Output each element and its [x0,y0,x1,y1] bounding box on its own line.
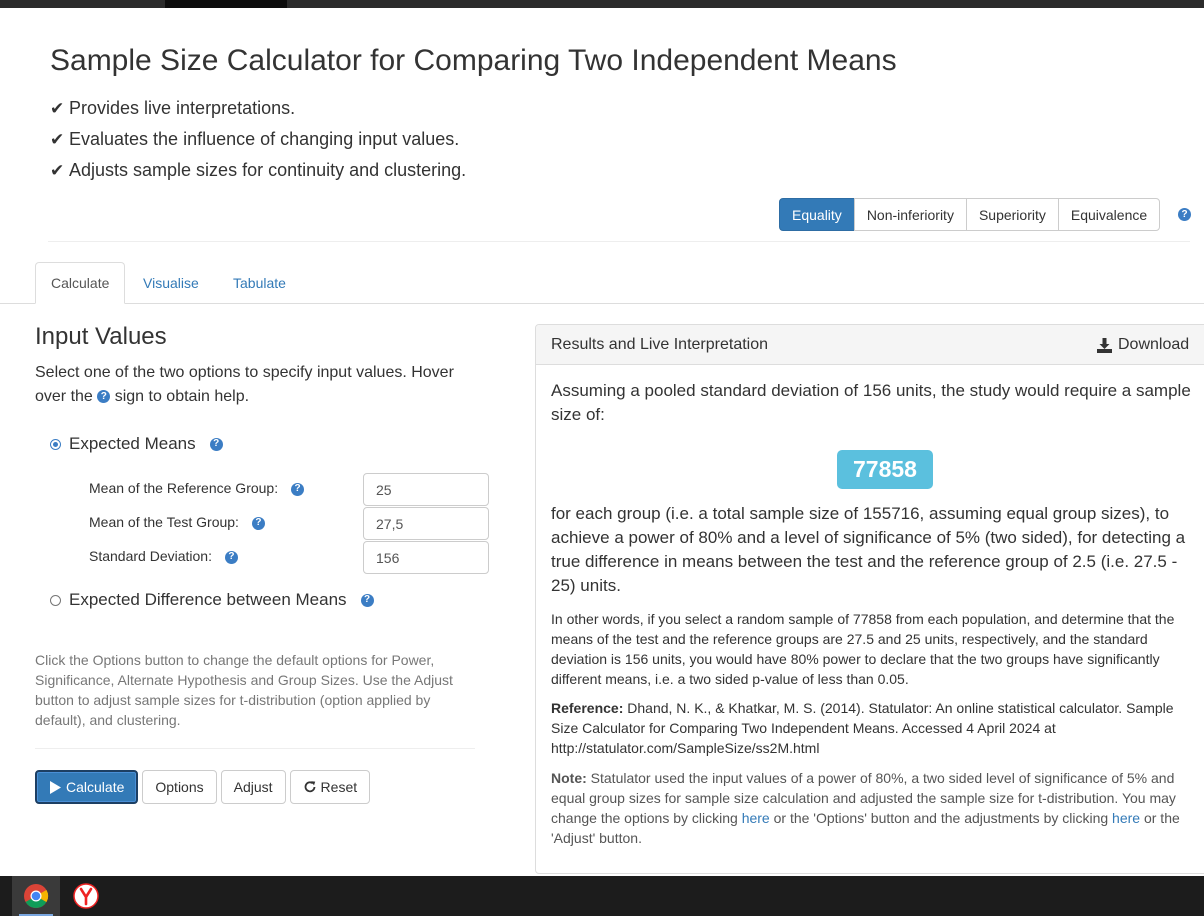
standard-deviation-label-text: Standard Deviation: [89,548,212,564]
input-values-heading: Input Values [35,323,167,350]
results-lead-text: Assuming a pooled standard deviation of … [551,381,1191,424]
test-mean-field: Mean of the Test Group:? [89,507,489,540]
tab-calculate[interactable]: Calculate [35,262,125,304]
adjust-button[interactable]: Adjust [220,770,286,804]
reset-button[interactable]: Reset [289,770,371,804]
yandex-taskbar-button[interactable] [62,876,110,916]
browser-active-tab-strip[interactable] [165,0,287,8]
taskbar [0,876,1204,916]
page-title: Sample Size Calculator for Comparing Two… [50,44,897,77]
help-icon[interactable]: ? [291,482,305,496]
tab-visualise[interactable]: Visualise [128,262,214,304]
hypothesis-type-group: Equality Non-inferiority Superiority Equ… [779,198,1161,231]
divider [35,748,475,749]
play-icon [50,780,61,794]
checkmark-icon: ✔ [50,99,65,118]
expected-means-radio[interactable] [50,438,61,450]
yandex-browser-icon [73,883,99,909]
help-icon[interactable]: ? [209,437,223,451]
equivalence-button[interactable]: Equivalence [1057,198,1161,231]
help-icon[interactable]: ? [251,516,265,530]
reference-text: Dhand, N. K., & Khatkar, M. S. (2014). S… [551,700,1174,756]
calculate-label[interactable]: Calculate [66,779,124,795]
feature-item: ✔ Adjusts sample sizes for continuity and… [50,155,466,186]
feature-list: ✔ Provides live interpretations. ✔ Evaluat… [50,93,466,186]
browser-top-bar [0,0,1204,8]
superiority-button[interactable]: Superiority [965,198,1059,231]
note-label: Note: [551,770,587,786]
results-main-text: for each group (i.e. a total sample size… [551,504,1186,595]
help-icon[interactable]: ? [1178,208,1191,221]
equality-button[interactable]: Equality [779,198,855,231]
results-reference: Reference: Dhand, N. K., & Khatkar, M. S… [551,698,1191,758]
reference-mean-input[interactable] [363,473,489,506]
tab-tabulate[interactable]: Tabulate [218,262,301,304]
options-hint: Click the Options button to change the d… [35,652,453,728]
reference-label: Reference: [551,700,624,716]
action-buttons: Calculate Options Adjust Reset [35,770,374,804]
test-mean-label-text: Mean of the Test Group: [89,514,239,530]
help-icon[interactable]: ? [224,550,238,564]
sample-size-badge: 77858 [837,450,933,489]
results-note: Note: Statulator used the input values o… [551,768,1191,848]
chrome-taskbar-button[interactable] [12,876,60,916]
help-icon: ? [97,390,111,404]
results-panel: Results and Live Interpretation Download… [535,324,1204,874]
results-panel-title: Results and Live Interpretation [551,336,769,353]
refresh-icon [304,781,315,793]
checkmark-icon: ✔ [50,161,65,180]
reset-label[interactable]: Reset [321,779,358,795]
test-mean-input[interactable] [363,507,489,540]
feature-text: Adjusts sample sizes for continuity and … [69,160,467,180]
options-here-link[interactable]: here [742,810,770,826]
calculate-button[interactable]: Calculate [35,770,139,804]
feature-item: ✔ Provides live interpretations. [50,93,466,124]
expected-means-option[interactable]: Expected Means ? [50,434,223,454]
intro-text-end: sign to obtain help. [114,388,250,405]
results-panel-header: Results and Live Interpretation Download [536,325,1204,365]
expected-means-label[interactable]: Expected Means [69,434,196,454]
download-label[interactable]: Download [1118,336,1189,354]
feature-text: Evaluates the influence of changing inpu… [69,129,460,149]
divider [48,241,1190,242]
results-explanation: In other words, if you select a random s… [551,611,1175,687]
expected-difference-radio[interactable] [50,594,61,606]
expected-difference-label[interactable]: Expected Difference between Means [69,590,347,610]
feature-text: Provides live interpretations. [69,98,296,118]
reference-mean-label: Mean of the Reference Group:? [89,480,305,496]
download-button[interactable]: Download [1097,336,1189,354]
options-button[interactable]: Options [142,770,217,804]
note-text: or the 'Options' button and the adjustme… [773,810,1109,826]
expected-difference-option[interactable]: Expected Difference between Means ? [50,590,374,610]
adjust-here-link[interactable]: here [1112,810,1140,826]
help-icon[interactable]: ? [360,593,374,607]
reference-mean-label-text: Mean of the Reference Group: [89,480,279,496]
feature-item: ✔ Evaluates the influence of changing inp… [50,124,466,155]
standard-deviation-field: Standard Deviation:? [89,541,489,574]
reference-mean-field: Mean of the Reference Group:? [89,473,489,506]
non-inferiority-button[interactable]: Non-inferiority [853,198,967,231]
main-tabs: Calculate Visualise Tabulate [0,262,1204,304]
standard-deviation-input[interactable] [363,541,489,574]
chrome-icon [24,884,49,909]
download-icon [1097,337,1112,353]
input-intro: Select one of the two options to specify… [35,361,485,409]
standard-deviation-label: Standard Deviation:? [89,548,238,564]
checkmark-icon: ✔ [50,130,65,149]
test-mean-label: Mean of the Test Group:? [89,514,265,530]
